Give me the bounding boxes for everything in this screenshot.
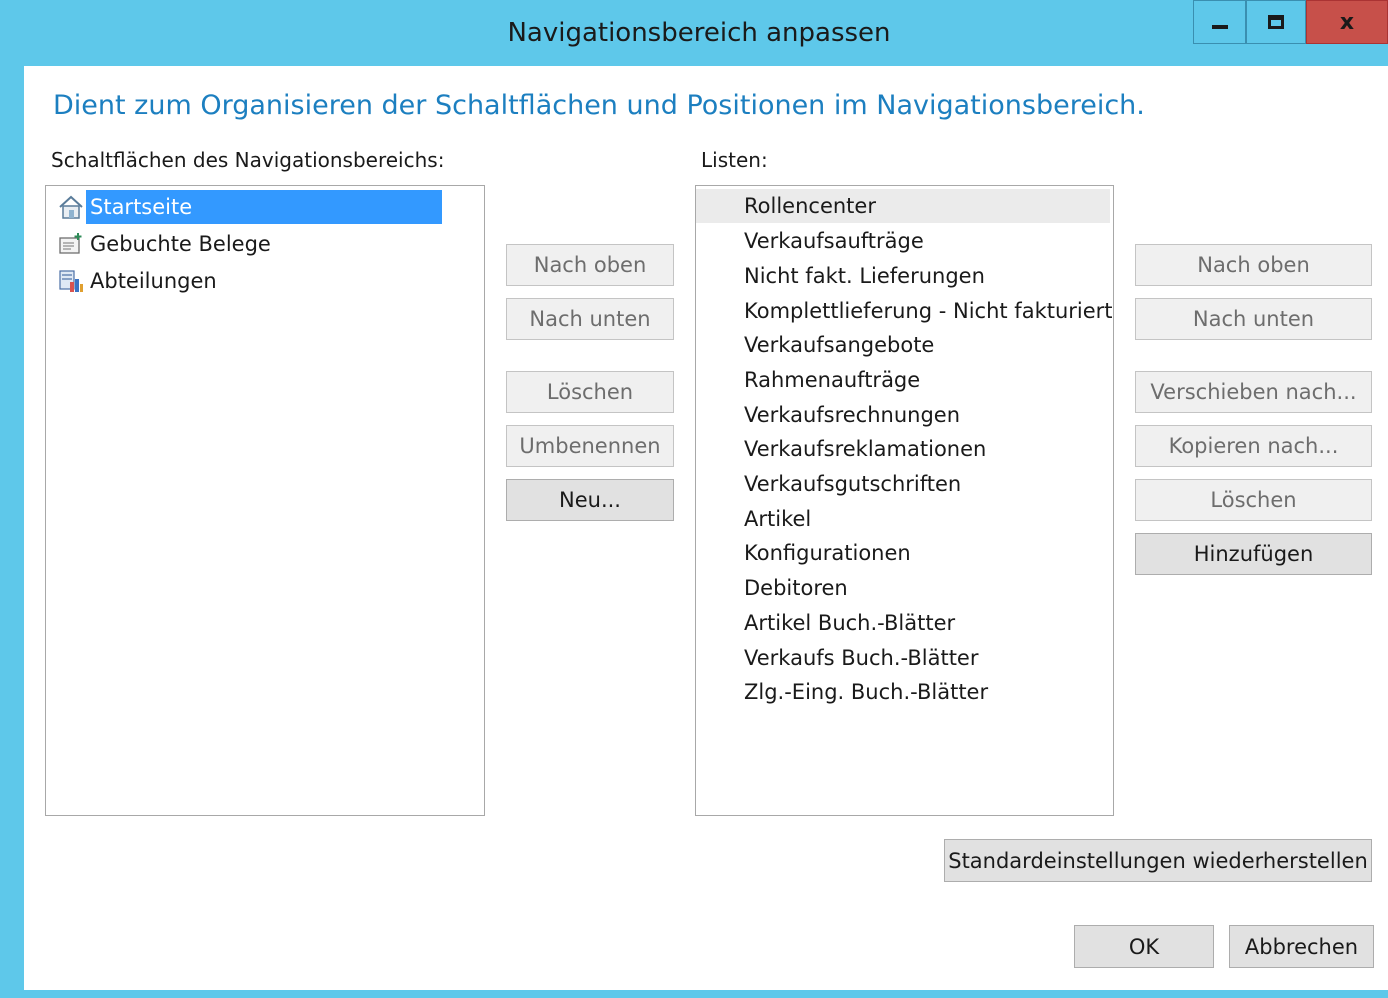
lists-label: Listen: <box>701 148 768 172</box>
close-button[interactable]: x <box>1306 0 1388 44</box>
list-item[interactable]: Rahmenaufträge <box>696 363 1110 397</box>
copy-to-button[interactable]: Kopieren nach... <box>1135 425 1372 467</box>
title-bar[interactable]: Navigationsbereich anpassen <box>10 0 1388 66</box>
list-item[interactable]: Konfigurationen <box>696 536 1110 570</box>
posted-documents-icon <box>58 231 84 257</box>
right-move-down-button[interactable]: Nach unten <box>1135 298 1372 340</box>
nav-item-label: Startseite <box>86 190 442 224</box>
list-item[interactable]: Artikel Buch.-Blätter <box>696 606 1110 640</box>
nav-item-label: Abteilungen <box>90 269 217 293</box>
lists-listbox[interactable]: Rollencenter Verkaufsaufträge Nicht fakt… <box>695 185 1114 816</box>
left-move-up-button[interactable]: Nach oben <box>506 244 674 286</box>
nav-item-abteilungen[interactable]: Abteilungen <box>58 264 221 298</box>
dialog-heading: Dient zum Organisieren der Schaltflächen… <box>53 90 1145 121</box>
left-delete-button[interactable]: Löschen <box>506 371 674 413</box>
nav-item-startseite[interactable]: Startseite <box>58 190 442 224</box>
window-border <box>0 990 1388 998</box>
list-item[interactable]: Rollencenter <box>696 189 1110 223</box>
list-item[interactable]: Verkaufsaufträge <box>696 224 1110 258</box>
nav-buttons-label: Schaltflächen des Navigationsbereichs: <box>51 148 445 172</box>
list-item[interactable]: Zlg.-Eing. Buch.-Blätter <box>696 675 1110 709</box>
dialog-window: Navigationsbereich anpassen x Dient zum … <box>0 0 1388 998</box>
departments-icon <box>58 268 84 294</box>
nav-item-label: Gebuchte Belege <box>90 232 271 256</box>
list-item[interactable]: Komplettlieferung - Nicht fakturiert <box>696 294 1113 328</box>
restore-defaults-button[interactable]: Standardeinstellungen wiederherstellen <box>944 839 1372 882</box>
list-item[interactable]: Artikel <box>696 502 1110 536</box>
nav-item-gebuchte-belege[interactable]: Gebuchte Belege <box>58 227 275 261</box>
nav-buttons-list[interactable]: Startseite Gebuchte Belege Abteilungen <box>45 185 485 816</box>
minimize-button[interactable] <box>1193 0 1246 44</box>
list-item[interactable]: Verkaufsangebote <box>696 328 1110 362</box>
maximize-icon <box>1268 15 1284 29</box>
ok-button[interactable]: OK <box>1074 925 1214 968</box>
list-item[interactable]: Verkaufsreklamationen <box>696 432 1110 466</box>
list-item[interactable]: Debitoren <box>696 571 1110 605</box>
maximize-button[interactable] <box>1246 0 1306 44</box>
list-item[interactable]: Nicht fakt. Lieferungen <box>696 259 1110 293</box>
home-icon <box>58 194 84 220</box>
cancel-button[interactable]: Abbrechen <box>1229 925 1374 968</box>
rename-button[interactable]: Umbenennen <box>506 425 674 467</box>
left-move-down-button[interactable]: Nach unten <box>506 298 674 340</box>
dialog-content: Dient zum Organisieren der Schaltflächen… <box>24 66 1388 990</box>
new-button[interactable]: Neu... <box>506 479 674 521</box>
right-move-up-button[interactable]: Nach oben <box>1135 244 1372 286</box>
add-button[interactable]: Hinzufügen <box>1135 533 1372 575</box>
window-title: Navigationsbereich anpassen <box>507 18 891 48</box>
list-item[interactable]: Verkaufsgutschriften <box>696 467 1110 501</box>
close-icon: x <box>1339 9 1355 35</box>
minimize-icon <box>1211 25 1228 29</box>
list-item[interactable]: Verkaufs Buch.-Blätter <box>696 641 1110 675</box>
move-to-button[interactable]: Verschieben nach... <box>1135 371 1372 413</box>
list-item[interactable]: Verkaufsrechnungen <box>696 398 1110 432</box>
right-delete-button[interactable]: Löschen <box>1135 479 1372 521</box>
